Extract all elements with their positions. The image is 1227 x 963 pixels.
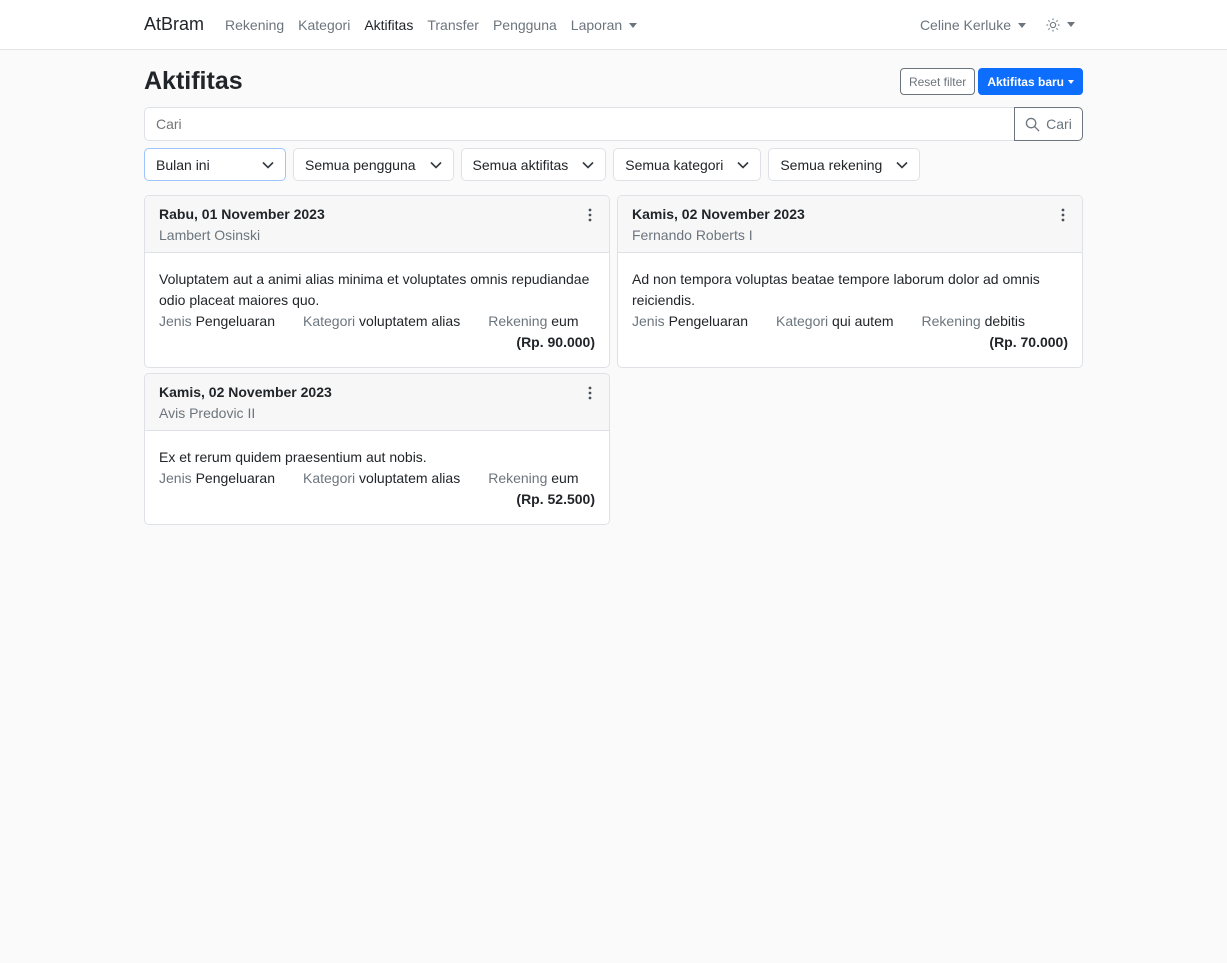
jenis-label: Jenis	[632, 313, 665, 329]
search-button[interactable]: Cari	[1014, 107, 1083, 141]
activity-amount: (Rp. 70.000)	[989, 334, 1068, 350]
page-header: Aktifitas Reset filter Aktifitas baru	[144, 50, 1083, 107]
main-content: Aktifitas Reset filter Aktifitas baru Ca…	[144, 50, 1083, 525]
search-icon	[1025, 117, 1040, 132]
account-filter-select[interactable]: Semua rekening	[768, 148, 921, 181]
kategori-label: Kategori	[775, 313, 829, 329]
jenis-value: Pengeluaran	[195, 313, 275, 329]
activity-user: Lambert Osinski	[159, 227, 261, 243]
activity-amount: (Rp. 52.500)	[516, 491, 595, 507]
rekening-label: Rekening	[921, 313, 981, 329]
activity-user: Avis Predovic II	[159, 405, 256, 421]
account-filter-value: Semua rekening	[780, 156, 883, 173]
kategori-value: voluptatem alias	[359, 470, 461, 486]
chevron-down-icon	[737, 161, 749, 169]
kebab-menu-icon[interactable]	[1061, 208, 1065, 222]
period-filter-select[interactable]: Bulan ini	[144, 148, 286, 181]
activity-card: Kamis, 02 November 2023 Avis Predovic II…	[144, 373, 610, 525]
category-filter-select[interactable]: Semua kategori	[613, 148, 762, 181]
nav-link-pengguna[interactable]: Pengguna	[493, 17, 557, 33]
kategori-label: Kategori	[302, 313, 356, 329]
filter-bar: Bulan ini Semua pengguna Semua aktifitas…	[144, 148, 1083, 181]
jenis-label: Jenis	[159, 470, 192, 486]
activity-user: Fernando Roberts I	[632, 227, 753, 243]
brand-link[interactable]: AtBram	[144, 14, 204, 35]
rekening-value: eum	[551, 313, 579, 329]
rekening-value: debitis	[984, 313, 1026, 329]
activity-description: Ad non tempora voluptas beatae tempore l…	[632, 271, 1040, 308]
caret-down-icon	[629, 22, 638, 28]
chevron-down-icon	[429, 161, 442, 169]
activity-meta: Jenis Pengeluaran Kategori voluptatem al…	[159, 468, 595, 489]
activity-date: Kamis, 02 November 2023	[632, 206, 805, 222]
kebab-menu-icon[interactable]	[588, 386, 592, 400]
activity-type-filter-value: Semua aktifitas	[472, 156, 569, 173]
new-activity-dropdown-button[interactable]: Aktifitas baru	[978, 68, 1083, 95]
nav-link-laporan-label: Laporan	[570, 16, 623, 33]
kebab-menu-icon[interactable]	[588, 208, 592, 222]
activity-meta: Jenis Pengeluaran Kategori qui autem Rek…	[632, 311, 1068, 332]
chevron-down-icon	[262, 161, 274, 169]
caret-down-icon	[1068, 79, 1074, 84]
search-input[interactable]	[144, 107, 1014, 141]
nav-link-transfer[interactable]: Transfer	[427, 17, 479, 33]
caret-down-icon	[1067, 22, 1075, 27]
nav-link-aktifitas[interactable]: Aktifitas	[364, 17, 413, 33]
rekening-value: eum	[551, 470, 579, 486]
theme-toggle-dropdown[interactable]	[1046, 17, 1075, 32]
new-activity-label: Aktifitas baru	[987, 74, 1064, 89]
user-menu-dropdown[interactable]: Celine Kerluke	[920, 17, 1026, 33]
kategori-label: Kategori	[302, 470, 356, 486]
sun-icon	[1046, 17, 1060, 32]
chevron-down-icon	[896, 161, 908, 169]
kategori-value: qui autem	[832, 313, 894, 329]
activity-date: Rabu, 01 November 2023	[159, 206, 325, 222]
jenis-value: Pengeluaran	[668, 313, 748, 329]
activity-card: Kamis, 02 November 2023 Fernando Roberts…	[617, 195, 1083, 368]
kategori-value: voluptatem alias	[359, 313, 461, 329]
activity-date: Kamis, 02 November 2023	[159, 384, 332, 400]
rekening-label: Rekening	[488, 313, 548, 329]
caret-down-icon	[1018, 22, 1026, 28]
search-button-label: Cari	[1046, 116, 1072, 132]
search-bar: Cari	[144, 107, 1083, 141]
jenis-label: Jenis	[159, 313, 192, 329]
activity-card: Rabu, 01 November 2023 Lambert Osinski V…	[144, 195, 610, 368]
user-name: Celine Kerluke	[919, 16, 1011, 33]
activity-meta: Jenis Pengeluaran Kategori voluptatem al…	[159, 311, 595, 332]
chevron-down-icon	[582, 161, 594, 169]
period-filter-value: Bulan ini	[156, 156, 210, 173]
nav-link-kategori[interactable]: Kategori	[298, 17, 350, 33]
page-title: Aktifitas	[144, 67, 243, 95]
activity-description: Voluptatem aut a animi alias minima et v…	[159, 271, 590, 308]
jenis-value: Pengeluaran	[195, 470, 275, 486]
category-filter-value: Semua kategori	[625, 156, 724, 173]
navbar: AtBram Rekening Kategori Aktifitas Trans…	[0, 0, 1227, 50]
activity-description: Ex et rerum quidem praesentium aut nobis…	[159, 449, 427, 465]
user-filter-select[interactable]: Semua pengguna	[293, 148, 454, 181]
rekening-label: Rekening	[488, 470, 548, 486]
nav-link-laporan-dropdown[interactable]: Laporan	[570, 16, 638, 33]
nav-link-rekening[interactable]: Rekening	[225, 17, 284, 33]
activity-type-filter-select[interactable]: Semua aktifitas	[460, 148, 607, 181]
user-filter-value: Semua pengguna	[305, 156, 416, 173]
reset-filter-button[interactable]: Reset filter	[899, 68, 976, 95]
activity-amount: (Rp. 90.000)	[516, 334, 595, 350]
